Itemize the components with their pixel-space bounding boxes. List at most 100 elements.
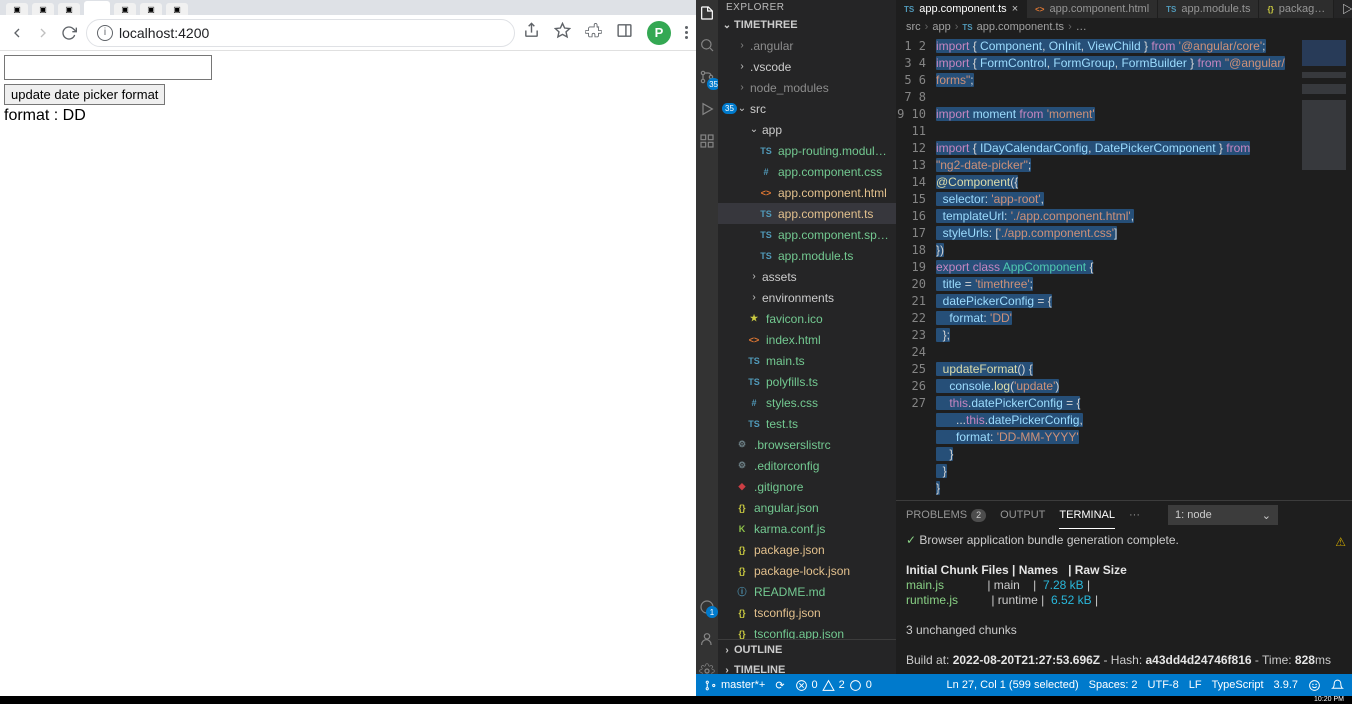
folder-item[interactable]: ⌄src●35 <box>718 98 896 119</box>
editor-tab[interactable]: TSapp.component.ts× <box>896 0 1027 18</box>
file-item[interactable]: {}tsconfig.app.jsonA <box>718 623 896 639</box>
file-item[interactable]: TSapp.component.spec.tsA <box>718 224 896 245</box>
sync-button[interactable]: ⟳ <box>775 679 784 692</box>
date-picker-input[interactable] <box>4 55 212 80</box>
editor-tab[interactable]: {}packag… <box>1259 0 1334 18</box>
outline-section[interactable]: ›OUTLINE <box>718 640 896 660</box>
close-tab-icon[interactable]: × <box>1012 3 1018 15</box>
share-icon[interactable] <box>523 22 540 44</box>
file-item[interactable]: {}tsconfig.json2, M <box>718 602 896 623</box>
file-item[interactable]: {}package.jsonM <box>718 539 896 560</box>
reload-button[interactable] <box>60 24 78 42</box>
remote-icon[interactable]: 1 <box>698 598 716 616</box>
chevron-icon: › <box>746 292 762 303</box>
file-item[interactable]: TSapp.component.tsM <box>718 203 896 224</box>
project-header[interactable]: ⌄TIMETHREE <box>718 15 896 35</box>
sidepanel-icon[interactable] <box>616 22 633 44</box>
file-item[interactable]: TSapp-routing.module.tsA <box>718 140 896 161</box>
folder-item[interactable]: ›assets● <box>718 266 896 287</box>
file-item[interactable]: TSmain.tsA <box>718 350 896 371</box>
browser-tab-active[interactable] <box>84 1 110 15</box>
search-icon[interactable] <box>698 36 716 54</box>
explorer-panel: EXPLORER ⌄TIMETHREE ›.angular●›.vscode›n… <box>718 0 896 680</box>
warning-icon[interactable]: ⚠ <box>1335 535 1346 549</box>
chevron-icon: › <box>734 61 750 72</box>
update-format-button[interactable]: update date picker format <box>4 84 165 105</box>
minimap[interactable] <box>1296 36 1352 500</box>
file-type-icon: TS <box>746 353 762 369</box>
file-item[interactable]: {}angular.jsonA <box>718 497 896 518</box>
file-type-icon: <> <box>746 332 762 348</box>
folder-item[interactable]: ›node_modules <box>718 77 896 98</box>
bookmark-icon[interactable] <box>554 22 571 44</box>
editor-body[interactable]: 1 2 3 4 5 6 7 8 9 10 11 12 13 14 15 16 1… <box>896 36 1352 500</box>
folder-item[interactable]: ›environments <box>718 287 896 308</box>
problems-status[interactable]: 020 <box>795 679 872 692</box>
eol-status[interactable]: LF <box>1189 679 1202 691</box>
extensions-icon[interactable] <box>698 132 716 150</box>
notifications-icon[interactable] <box>1331 679 1344 692</box>
file-item[interactable]: <>app.component.htmlM <box>718 182 896 203</box>
file-item[interactable]: #app.component.cssA <box>718 161 896 182</box>
file-tree: ›.angular●›.vscode›node_modules⌄src●35⌄a… <box>718 35 896 639</box>
folder-item[interactable]: ›.vscode <box>718 56 896 77</box>
code-content[interactable]: import { Component, OnInit, ViewChild } … <box>936 36 1352 500</box>
activity-bar: 35 1 <box>696 0 718 680</box>
profile-avatar[interactable]: P <box>647 21 671 45</box>
file-item[interactable]: ⚙.browserslistrcA <box>718 434 896 455</box>
breadcrumb[interactable]: src› app› TS app.component.ts› … <box>896 18 1352 36</box>
folder-item[interactable]: ⌄app● <box>718 119 896 140</box>
terminal-tab[interactable]: TERMINAL <box>1059 501 1115 529</box>
run-debug-icon[interactable] <box>698 100 716 118</box>
chevron-down-icon: ⌄ <box>720 20 734 31</box>
file-item[interactable]: ★favicon.icoA <box>718 308 896 329</box>
ts-version[interactable]: 3.9.7 <box>1274 679 1298 691</box>
encoding-status[interactable]: UTF-8 <box>1148 679 1179 691</box>
run-icon[interactable] <box>1340 2 1352 16</box>
terminal-output[interactable]: ✓ Browser application bundle generation … <box>896 529 1352 680</box>
folder-item[interactable]: ›.angular● <box>718 35 896 56</box>
git-branch[interactable]: master*+ <box>704 679 765 692</box>
more-tab[interactable]: ··· <box>1129 509 1140 521</box>
file-item[interactable]: ⓘREADME.mdA <box>718 581 896 602</box>
language-status[interactable]: TypeScript <box>1212 679 1264 691</box>
explorer-icon[interactable] <box>698 4 716 22</box>
problems-tab[interactable]: PROBLEMS2 <box>906 509 986 522</box>
address-bar[interactable]: i localhost:4200 <box>86 19 515 47</box>
browser-tab[interactable]: ▣ <box>32 3 54 15</box>
file-item[interactable]: ⚙.editorconfigA <box>718 455 896 476</box>
feedback-icon[interactable] <box>1308 679 1321 692</box>
editor-tabs: TSapp.component.ts×<>app.component.htmlT… <box>896 0 1352 18</box>
editor-tab[interactable]: <>app.component.html <box>1027 0 1158 18</box>
file-item[interactable]: TSapp.module.tsA <box>718 245 896 266</box>
browser-tab[interactable]: ▣ <box>58 3 80 15</box>
browser-tab[interactable]: ▣ <box>140 3 162 15</box>
browser-tab[interactable]: ▣ <box>6 3 28 15</box>
terminal-selector[interactable]: 1: node⌄ <box>1168 505 1278 525</box>
browser-tab[interactable]: ▣ <box>166 3 188 15</box>
file-item[interactable]: <>index.htmlA <box>718 329 896 350</box>
editor-tab[interactable]: TSapp.module.ts <box>1158 0 1259 18</box>
site-info-icon[interactable]: i <box>97 25 113 41</box>
file-type-icon: ★ <box>746 311 762 327</box>
browser-menu-icon[interactable] <box>685 26 688 39</box>
extensions-icon[interactable] <box>585 22 602 44</box>
panel-tabs: PROBLEMS2 OUTPUT TERMINAL ··· 1: node⌄ <box>896 501 1352 529</box>
output-tab[interactable]: OUTPUT <box>1000 509 1045 521</box>
accounts-icon[interactable] <box>698 630 716 648</box>
forward-button[interactable] <box>34 24 52 42</box>
file-type-icon: ⓘ <box>734 584 750 600</box>
chevron-icon: ⌄ <box>746 124 762 135</box>
file-item[interactable]: TSpolyfills.tsA <box>718 371 896 392</box>
browser-tab[interactable]: ▣ <box>114 3 136 15</box>
file-item[interactable]: ◆.gitignoreA <box>718 476 896 497</box>
file-type-icon: # <box>758 164 774 180</box>
source-control-icon[interactable]: 35 <box>698 68 716 86</box>
file-item[interactable]: {}package-lock.jsonM <box>718 560 896 581</box>
back-button[interactable] <box>8 24 26 42</box>
file-item[interactable]: #styles.cssA <box>718 392 896 413</box>
cursor-position[interactable]: Ln 27, Col 1 (599 selected) <box>947 679 1079 691</box>
indent-status[interactable]: Spaces: 2 <box>1089 679 1138 691</box>
file-item[interactable]: TStest.tsA <box>718 413 896 434</box>
file-item[interactable]: Kkarma.conf.jsA <box>718 518 896 539</box>
